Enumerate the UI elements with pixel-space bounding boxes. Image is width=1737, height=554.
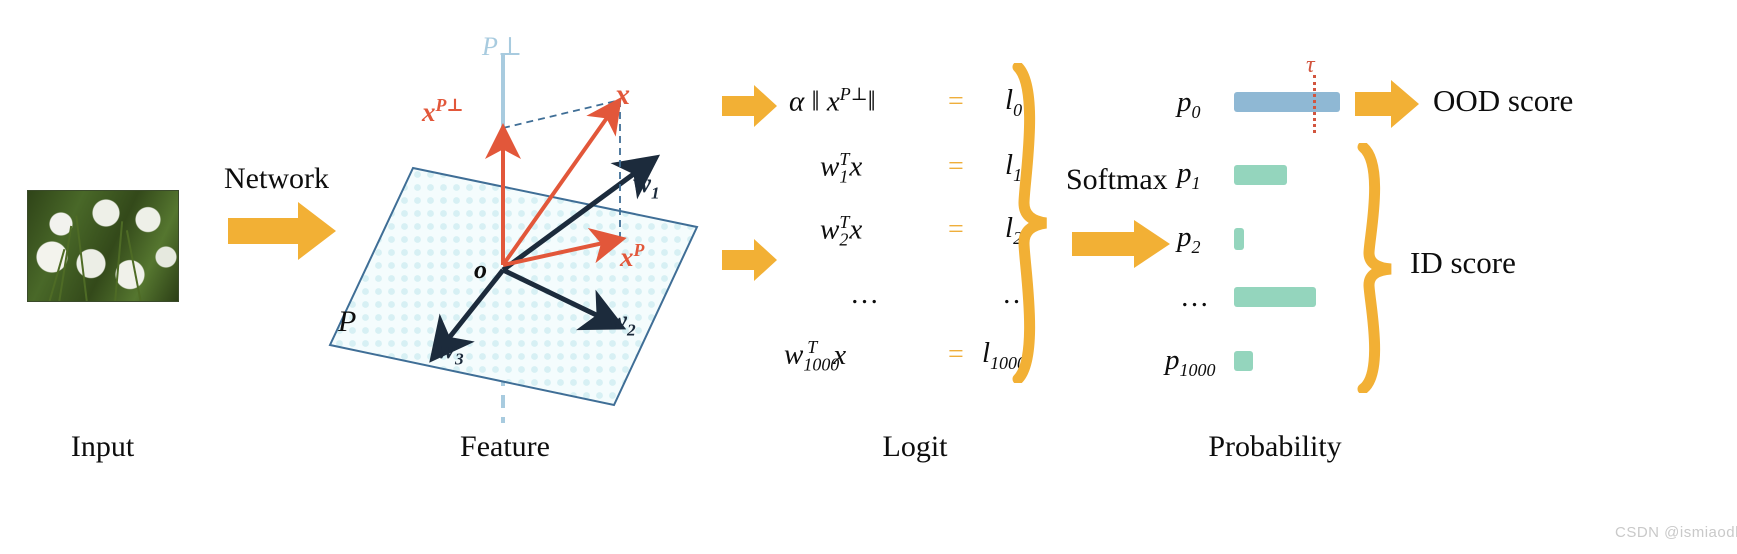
- stage-caption-probability: Probability: [1208, 430, 1342, 463]
- stage-caption-input: Input: [70, 430, 135, 463]
- vector-label-w2: w2: [609, 305, 636, 340]
- id-score-label: ID score: [1410, 245, 1516, 280]
- softmax-label: Softmax: [1066, 163, 1168, 196]
- logit-equals-4: =: [948, 339, 964, 370]
- logit-brace-icon: [1012, 63, 1047, 383]
- perp-axis-label: P⊥: [482, 32, 523, 61]
- vector-label-x: x: [615, 78, 630, 111]
- vector-label-w3: w3: [437, 334, 464, 369]
- probability-label-1: p1: [1177, 157, 1201, 193]
- logit-arrow-mid-icon: [722, 239, 777, 281]
- probability-label-4: p1000: [1165, 344, 1216, 380]
- softmax-arrow-icon: [1072, 220, 1170, 268]
- threshold-line: [1313, 75, 1316, 133]
- logit-equals-2: =: [948, 214, 964, 245]
- ood-score-label: OOD score: [1433, 83, 1574, 118]
- probability-bar-2: [1234, 228, 1244, 250]
- ood-arrow-icon: [1355, 80, 1419, 128]
- vector-label-x-perp: xP⊥: [422, 95, 464, 127]
- network-label: Network: [224, 162, 329, 195]
- probability-bar-4: [1234, 351, 1253, 371]
- probability-bar-3: [1234, 287, 1316, 307]
- id-brace-icon: [1357, 143, 1392, 393]
- stage-caption-logit: Logit: [882, 430, 948, 463]
- input-image: [27, 190, 179, 302]
- logit-expr-4: w1000T x: [784, 337, 847, 375]
- probability-label-0: p0: [1177, 86, 1201, 122]
- vector-label-x-par: xP: [620, 240, 645, 272]
- logit-equals-0: =: [948, 86, 964, 117]
- plane-label: P: [338, 305, 357, 338]
- stage-caption-feature: Feature: [460, 430, 550, 463]
- logit-arrow-top-icon: [722, 85, 777, 127]
- probability-bar-0: [1234, 92, 1340, 112]
- feature-vectors: [485, 96, 627, 267]
- logit-expr-2: w2Tx: [820, 212, 863, 250]
- probability-bar-1: [1234, 165, 1287, 185]
- figure-root: Network P⊥ P o w1 w2 w3 x xP⊥ xP α ‖ xP⊥…: [0, 0, 1737, 554]
- logit-expr-3: …: [850, 278, 881, 310]
- logit-expr-0: α ‖ xP⊥‖: [789, 84, 876, 118]
- probability-label-2: p2: [1177, 221, 1201, 257]
- logit-equals-1: =: [948, 151, 964, 182]
- probability-label-3: …: [1180, 281, 1211, 313]
- logit-expr-1: w1Tx: [820, 149, 863, 187]
- watermark: CSDN @ismiaodh: [1615, 524, 1737, 541]
